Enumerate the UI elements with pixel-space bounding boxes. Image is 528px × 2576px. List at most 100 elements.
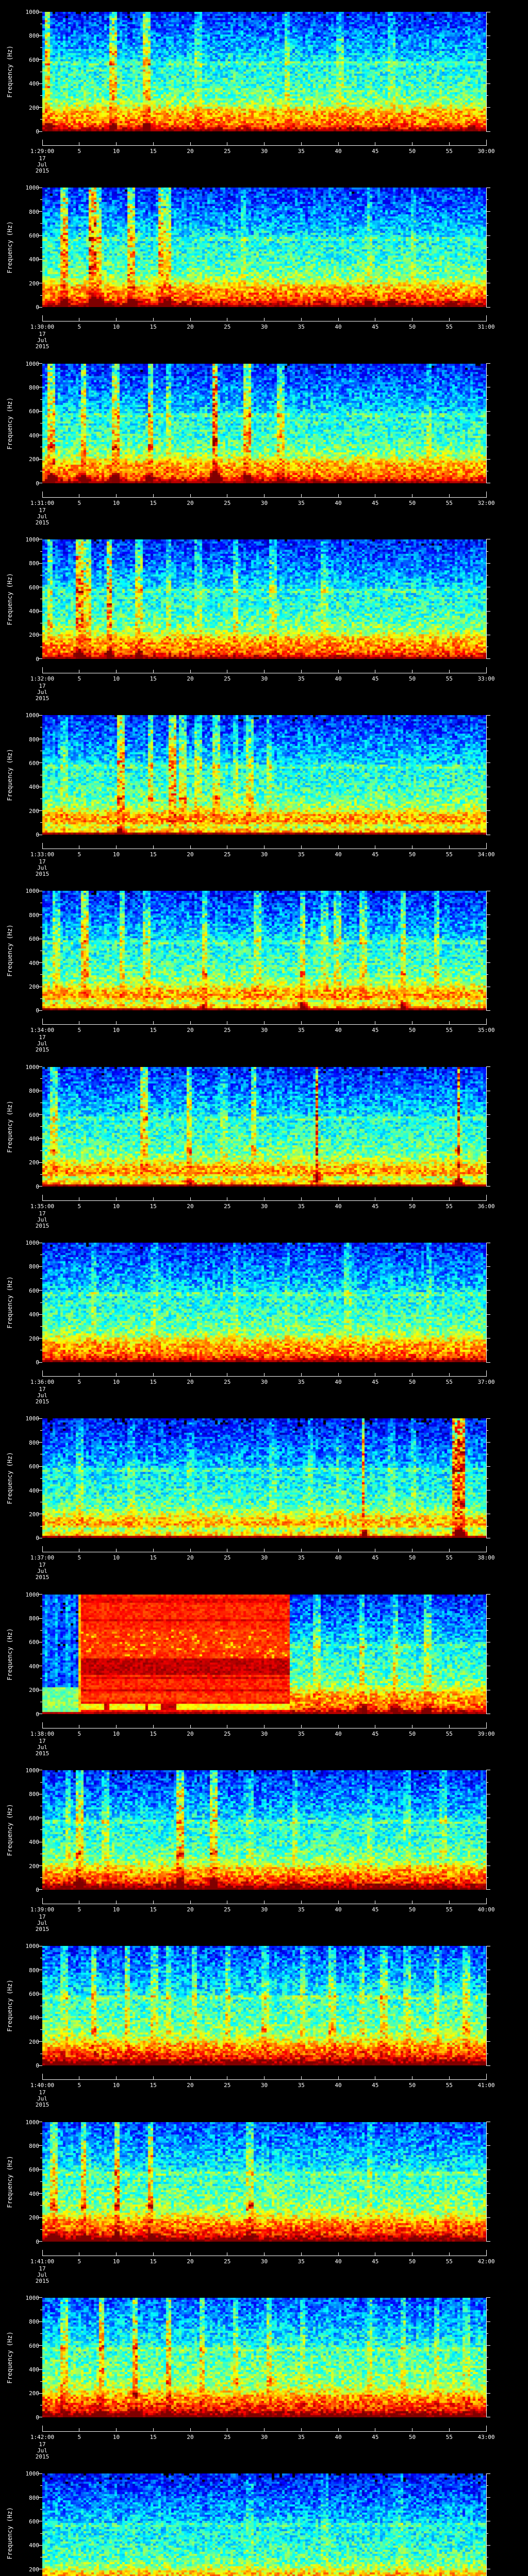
spectrogram-image: [42, 539, 486, 659]
x-axis-tick-label: 50: [408, 2082, 416, 2089]
x-axis-end-tick: [486, 2074, 487, 2080]
x-axis-end-tick: [42, 491, 43, 497]
y-axis-tick-label: 200: [29, 2390, 39, 2397]
x-axis-tick-label: 40: [335, 1027, 342, 1034]
x-axis-line: [42, 2431, 487, 2432]
x-axis-end-tick: [486, 491, 487, 497]
x-axis-tick-label: 10: [112, 324, 120, 331]
y-axis-minor-tick: [40, 1430, 42, 1431]
x-axis-tick-label: 40: [335, 499, 342, 506]
y-axis-tick-label: 800: [29, 2318, 39, 2326]
y-axis-tick-label: 0: [36, 2062, 39, 2070]
x-axis-end-tick: [486, 1194, 487, 1200]
x-axis-tick-label: 25: [224, 2258, 231, 2265]
x-axis-tick-label: 45: [372, 1906, 379, 1913]
x-axis-tick-label: 20: [187, 1730, 194, 1737]
x-axis-tick: [449, 1373, 450, 1377]
date-line: 17: [39, 506, 46, 514]
y-axis-title: Frequency (Hz): [6, 1452, 13, 1504]
x-axis-tick: [153, 2076, 154, 2080]
x-axis-end-tick: [42, 2249, 43, 2256]
x-axis-tick-label: 45: [372, 1379, 379, 1386]
y-axis-tick-label: 1000: [25, 2294, 40, 2301]
x-axis-tick: [116, 1549, 117, 1552]
x-axis-tick: [338, 2076, 339, 2080]
x-axis-tick: [449, 1724, 450, 1728]
end-time-label: 43:00: [477, 2433, 495, 2441]
x-axis-tick-label: 15: [150, 324, 157, 331]
spectrogram-panel: Frequency (Hz) 0 200 400 600 800 1000 5 10 15 20 25…: [0, 1934, 528, 2110]
x-axis-tick-label: 55: [446, 1906, 453, 1913]
x-axis-tick: [264, 142, 265, 145]
x-axis-tick: [264, 845, 265, 849]
y-axis-tick-label: 400: [29, 432, 39, 439]
y-axis-tick: [486, 1114, 490, 1115]
x-axis-tick-label: 30: [260, 2082, 268, 2089]
x-axis-tick-label: 50: [408, 324, 416, 331]
date-line: 2015: [35, 1398, 50, 1405]
x-axis-tick-label: 35: [298, 2258, 305, 2265]
x-axis-tick-label: 45: [372, 851, 379, 858]
y-axis-minor-tick: [40, 271, 42, 272]
x-axis-tick-label: 15: [150, 851, 157, 858]
x-axis-tick-label: 15: [150, 2082, 157, 2089]
x-axis-tick: [116, 1373, 117, 1377]
x-axis-tick-label: 40: [335, 851, 342, 858]
y-axis-minor-tick: [40, 2181, 42, 2182]
date-line: 2015: [35, 1925, 50, 1933]
y-axis-tick: [486, 2217, 490, 2218]
x-axis-tick-label: 45: [372, 675, 379, 682]
x-axis-tick-label: 25: [224, 1906, 231, 1913]
y-axis-title: Frequency (Hz): [6, 397, 13, 450]
y-axis-tick-label: 200: [29, 1862, 39, 1870]
y-axis-minor-tick: [40, 399, 42, 400]
date-line: 17: [39, 2089, 46, 2096]
date-line: 2015: [35, 2453, 50, 2460]
x-axis-tick: [301, 2252, 302, 2256]
x-axis-tick-label: 35: [298, 1730, 305, 1737]
x-axis-tick: [190, 2076, 191, 2080]
x-axis-tick-label: 35: [298, 1202, 305, 1210]
spectrogram-panel: Frequency (Hz) 0 200 400 600 800 1000 5 10 15 20 25…: [0, 879, 528, 1055]
x-axis-tick-label: 40: [335, 1730, 342, 1737]
y-axis-tick-label: 400: [29, 1487, 39, 1494]
x-axis-tick-label: 30: [260, 499, 268, 506]
y-axis-tick-label: 0: [36, 2414, 39, 2421]
x-axis-tick: [190, 845, 191, 849]
date-line: 2015: [35, 519, 50, 526]
x-axis-tick: [190, 1021, 191, 1025]
x-axis-tick: [116, 2428, 117, 2431]
y-axis-title: Frequency (Hz): [6, 2155, 13, 2208]
x-axis-tick-label: 45: [372, 148, 379, 155]
x-axis-line: [42, 1200, 487, 1201]
x-axis-tick-label: 55: [446, 1202, 453, 1210]
y-axis-tick-label: 1000: [25, 712, 40, 719]
x-axis-tick-label: 15: [150, 1379, 157, 1386]
spectrogram-panel: Frequency (Hz) 0 200 400 600 800 1000 5 10 15 20 25…: [0, 1406, 528, 1582]
x-axis-tick-label: 45: [372, 324, 379, 331]
x-axis-tick: [338, 1724, 339, 1728]
end-time-label: 38:00: [477, 1554, 495, 1562]
x-axis-tick-label: 15: [150, 1202, 157, 1210]
y-axis-minor-tick: [40, 199, 42, 200]
start-time-label: 1:34:00: [30, 1027, 55, 1034]
y-axis-tick-label: 0: [36, 128, 39, 135]
x-axis-end-tick: [486, 1722, 487, 1728]
x-axis-tick: [153, 2252, 154, 2256]
spectrogram-panel: Frequency (Hz) 0 200 400 600 800 1000 5 10 15 20 25…: [0, 352, 528, 528]
y-axis-tick-label: 200: [29, 2566, 39, 2573]
spectrogram-panel: Frequency (Hz) 0 200 400 600 800 1000 5 10 15 20 25…: [0, 1583, 528, 1758]
spectrogram-panel: Frequency (Hz) 0 200 400 600 800 1000 5 10 15 20 25…: [0, 528, 528, 703]
right-axis-line: [486, 891, 487, 1011]
x-axis-tick-label: 30: [260, 675, 268, 682]
x-axis-tick-label: 40: [335, 148, 342, 155]
x-axis-tick-label: 35: [298, 2082, 305, 2089]
date-line: Jul: [37, 1743, 47, 1751]
x-axis-tick: [153, 318, 154, 321]
x-axis-tick: [449, 669, 450, 673]
y-axis-tick-label: 800: [29, 1088, 39, 1095]
y-axis-tick-label: 1000: [25, 888, 40, 895]
y-axis-minor-tick: [40, 2333, 42, 2334]
y-axis-tick: [486, 2545, 490, 2546]
y-axis-tick-label: 0: [36, 2238, 39, 2245]
